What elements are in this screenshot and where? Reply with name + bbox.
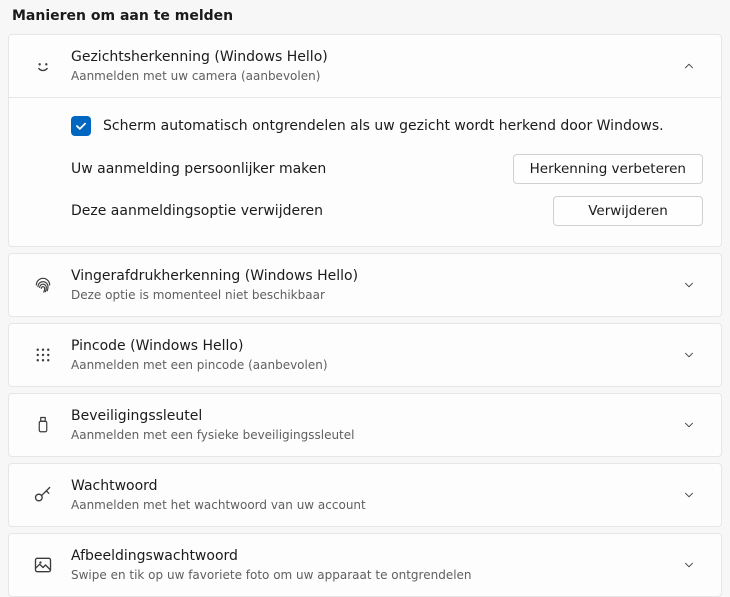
row-title: Gezichtsherkenning (Windows Hello) [71, 48, 675, 66]
row-face-recognition[interactable]: Gezichtsherkenning (Windows Hello) Aanme… [9, 35, 721, 97]
row-subtitle: Aanmelden met een fysieke beveiligingssl… [71, 427, 675, 443]
fingerprint-icon [23, 275, 63, 295]
row-subtitle: Aanmelden met uw camera (aanbevolen) [71, 68, 675, 84]
chevron-up-icon [675, 59, 703, 73]
card-security-key: Beveiligingssleutel Aanmelden met een fy… [8, 393, 722, 457]
remove-option-label: Deze aanmeldingsoptie verwijderen [71, 203, 323, 219]
row-title: Vingerafdrukherkenning (Windows Hello) [71, 267, 675, 285]
card-picture-password: Afbeeldingswachtwoord Swipe en tik op uw… [8, 533, 722, 597]
row-password[interactable]: Wachtwoord Aanmelden met het wachtwoord … [9, 464, 721, 526]
row-subtitle: Deze optie is momenteel niet beschikbaar [71, 287, 675, 303]
row-title: Pincode (Windows Hello) [71, 337, 675, 355]
row-title: Afbeeldingswachtwoord [71, 547, 675, 565]
row-fingerprint[interactable]: Vingerafdrukherkenning (Windows Hello) D… [9, 254, 721, 316]
auto-unlock-checkbox[interactable] [71, 116, 91, 136]
card-password: Wachtwoord Aanmelden met het wachtwoord … [8, 463, 722, 527]
card-pin: Pincode (Windows Hello) Aanmelden met ee… [8, 323, 722, 387]
keypad-icon [23, 346, 63, 364]
key-icon [23, 485, 63, 505]
improve-recognition-label: Uw aanmelding persoonlijker maken [71, 161, 326, 177]
row-subtitle: Aanmelden met een pincode (aanbevolen) [71, 357, 675, 373]
chevron-down-icon [675, 418, 703, 432]
row-title: Beveiligingssleutel [71, 407, 675, 425]
usb-key-icon [23, 415, 63, 435]
row-pin[interactable]: Pincode (Windows Hello) Aanmelden met ee… [9, 324, 721, 386]
auto-unlock-row: Scherm automatisch ontgrendelen als uw g… [71, 108, 703, 148]
chevron-down-icon [675, 348, 703, 362]
remove-button[interactable]: Verwijderen [553, 196, 703, 226]
remove-option-row: Deze aanmeldingsoptie verwijderen Verwij… [71, 190, 703, 232]
row-subtitle: Aanmelden met het wachtwoord van uw acco… [71, 497, 675, 513]
face-expanded-body: Scherm automatisch ontgrendelen als uw g… [9, 97, 721, 246]
chevron-down-icon [675, 488, 703, 502]
row-subtitle: Swipe en tik op uw favoriete foto om uw … [71, 567, 675, 583]
row-picture-password[interactable]: Afbeeldingswachtwoord Swipe en tik op uw… [9, 534, 721, 596]
row-security-key[interactable]: Beveiligingssleutel Aanmelden met een fy… [9, 394, 721, 456]
improve-recognition-button[interactable]: Herkenning verbeteren [513, 154, 703, 184]
improve-recognition-row: Uw aanmelding persoonlijker maken Herken… [71, 148, 703, 190]
card-fingerprint: Vingerafdrukherkenning (Windows Hello) D… [8, 253, 722, 317]
picture-icon [23, 555, 63, 575]
card-face-recognition: Gezichtsherkenning (Windows Hello) Aanme… [8, 34, 722, 247]
chevron-down-icon [675, 558, 703, 572]
row-title: Wachtwoord [71, 477, 675, 495]
section-title: Manieren om aan te melden [12, 8, 722, 24]
auto-unlock-label: Scherm automatisch ontgrendelen als uw g… [103, 118, 664, 134]
chevron-down-icon [675, 278, 703, 292]
face-icon [23, 56, 63, 76]
